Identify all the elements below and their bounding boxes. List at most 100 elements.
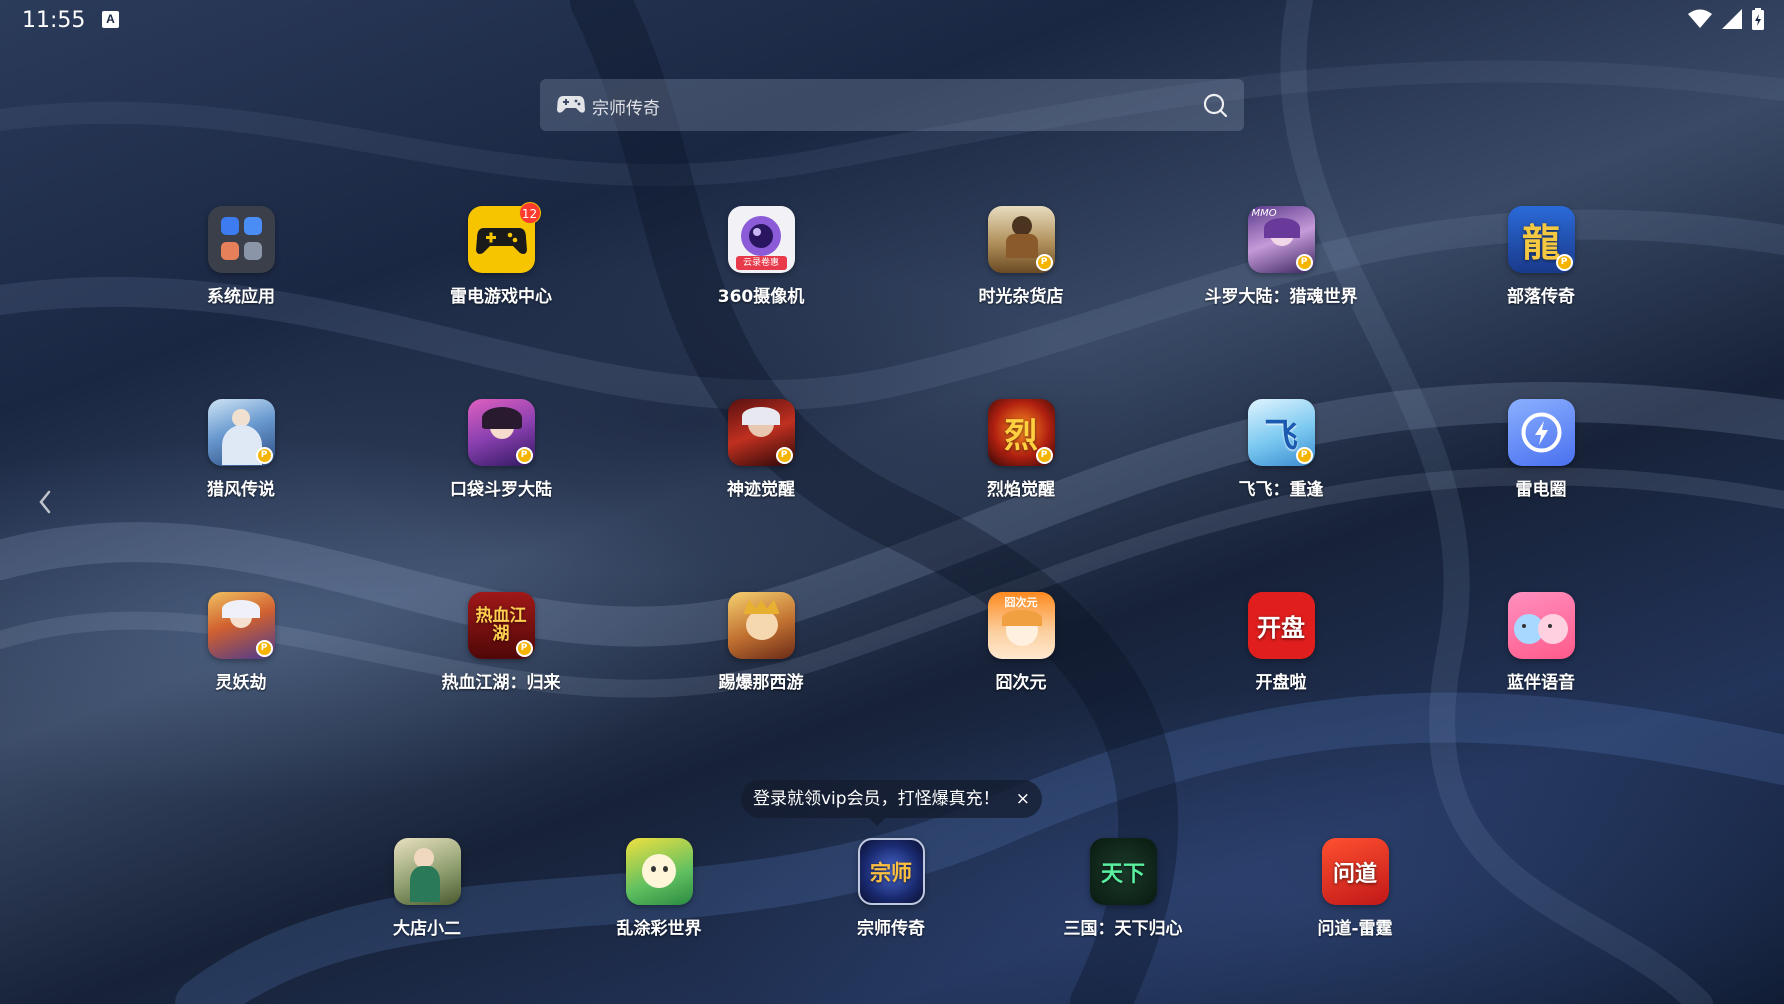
zongshi-icon: 宗师 (857, 838, 925, 905)
app-label: 雷电圈 (1515, 480, 1567, 500)
app-label: 蓝伴语音 (1507, 673, 1575, 693)
coin-icon: P (1035, 254, 1053, 271)
app-label: 问道-雷霆 (1317, 919, 1393, 939)
coin-icon: P (255, 640, 273, 657)
spirit-icon: P (207, 592, 275, 659)
app-label: 口袋斗罗大陆 (450, 480, 552, 500)
promo-tooltip-text: 登录就领vip会员，打怪爆真充！ (753, 789, 1000, 809)
notification-badge: 12 (518, 202, 541, 224)
app-label: 部落传奇 (1507, 287, 1575, 307)
chevron-left-icon[interactable] (38, 488, 52, 516)
camera-icon: 云录卷惠 (727, 206, 795, 273)
app-label: 乱涂彩世界 (616, 919, 702, 939)
clock: 11:55 (22, 8, 86, 33)
feifei-icon: 飞 P (1247, 399, 1315, 466)
app-label: 热血江湖：归来 (441, 673, 561, 693)
status-bar: 11:55 A (0, 0, 1784, 40)
app-label: 猎风传说 (207, 480, 275, 500)
search-bar[interactable]: 宗师传奇 (540, 79, 1244, 131)
search-text: 宗师传奇 (592, 99, 660, 119)
app-feifei-reunion[interactable]: 飞 P 飞飞：重逢 (1181, 399, 1381, 500)
xiyou-icon (727, 592, 795, 659)
jiong-icon: 囧次元 (987, 592, 1055, 659)
sanguo-glyph: 天下 (1100, 860, 1145, 887)
app-spirit-calamity[interactable]: P 灵妖劫 (141, 592, 341, 693)
app-kaipanla[interactable]: 开盘 开盘啦 (1181, 592, 1381, 693)
app-label: 三国：天下归心 (1063, 919, 1183, 939)
coin-icon: P (255, 447, 273, 464)
gamepad-icon (557, 96, 585, 113)
flame-icon: 烈 P (987, 399, 1055, 466)
wendao-icon: 问道 (1321, 838, 1389, 905)
app-label: 踢爆那西游 (718, 673, 804, 693)
coin-icon: P (1295, 447, 1313, 464)
app-shop-assistant[interactable]: 大店小二 (327, 838, 527, 939)
coin-icon: P (1295, 254, 1313, 271)
app-kick-xiyou[interactable]: 踢爆那西游 (661, 592, 861, 693)
app-flame-awakening[interactable]: 烈 P 烈焰觉醒 (921, 399, 1121, 500)
app-label: 360摄像机 (717, 287, 805, 307)
folder-icon (207, 206, 275, 273)
mmo-tag: MMO (1251, 208, 1277, 219)
shop-girl-icon (393, 838, 461, 905)
coin-icon: P (1035, 447, 1053, 464)
app-label: 神迹觉醒 (727, 480, 795, 500)
wendao-glyph: 问道 (1332, 860, 1377, 887)
sanguo-icon: 天下 (1089, 838, 1157, 905)
battery-icon (1752, 8, 1764, 30)
doodle-icon (625, 838, 693, 905)
zongshi-glyph: 宗师 (870, 859, 912, 885)
pocket-douluo-icon: P (467, 399, 535, 466)
douluo-icon: MMO P (1247, 206, 1315, 273)
app-time-grocery[interactable]: P 时光杂货店 (921, 206, 1121, 307)
app-label: 宗师传奇 (857, 919, 925, 939)
app-hot-blood-jianghu[interactable]: 热血江湖 P 热血江湖：归来 (401, 592, 601, 693)
kaipan-icon: 开盘 (1247, 592, 1315, 659)
app-tribal-legend[interactable]: 龍 P 部落传奇 (1441, 206, 1641, 307)
kaipan-glyph: 开盘 (1257, 614, 1305, 642)
app-label: 系统应用 (207, 287, 275, 307)
app-label: 大店小二 (393, 919, 461, 939)
app-label: 飞飞：重逢 (1238, 480, 1324, 500)
app-douluo-hunting-world[interactable]: MMO P 斗罗大陆：猎魂世界 (1181, 206, 1381, 307)
app-doodle-world[interactable]: 乱涂彩世界 (559, 838, 759, 939)
cellular-signal-icon (1722, 9, 1742, 29)
app-label: 时光杂货店 (978, 287, 1064, 307)
coin-icon: P (515, 447, 533, 464)
app-label: 烈焰觉醒 (987, 480, 1055, 500)
shop-game-icon: P (987, 206, 1055, 273)
notification-a-icon: A (102, 11, 119, 28)
lightning-circle-icon (1507, 399, 1575, 466)
app-360-camera[interactable]: 云录卷惠 360摄像机 (661, 206, 861, 307)
app-label: 雷电游戏中心 (450, 287, 552, 307)
jiong-tag: 囧次元 (1004, 596, 1038, 609)
app-zongshi-legend[interactable]: 宗师 宗师传奇 (791, 838, 991, 939)
app-label: 囧次元 (995, 673, 1047, 693)
app-label: 灵妖劫 (215, 673, 267, 693)
close-icon[interactable]: × (1016, 780, 1030, 818)
app-sanguo[interactable]: 天下 三国：天下归心 (1023, 838, 1223, 939)
app-label: 斗罗大陆：猎魂世界 (1204, 287, 1358, 307)
app-label: 开盘啦 (1255, 673, 1307, 693)
wifi-icon (1688, 9, 1712, 28)
search-icon[interactable] (1202, 92, 1228, 118)
app-wind-hunter-legend[interactable]: P 猎风传说 (141, 399, 341, 500)
dragon-icon: 龍 P (1507, 206, 1575, 273)
app-system-apps[interactable]: 系统应用 (141, 206, 341, 307)
app-jiong-dimension[interactable]: 囧次元 囧次元 (921, 592, 1121, 693)
coin-icon: P (515, 640, 533, 657)
jianghu-icon: 热血江湖 P (467, 592, 535, 659)
tooltip-tail (869, 818, 885, 826)
app-wendao-leiting[interactable]: 问道 问道-雷霆 (1255, 838, 1455, 939)
app-pocket-douluo[interactable]: P 口袋斗罗大陆 (401, 399, 601, 500)
app-ldplayer-game-center[interactable]: 12 雷电游戏中心 (401, 202, 601, 307)
app-lanban-voice[interactable]: 蓝伴语音 (1441, 592, 1641, 693)
app-miracle-awakening[interactable]: P 神迹觉醒 (661, 399, 861, 500)
coin-icon: P (775, 447, 793, 464)
promo-tooltip: 登录就领vip会员，打怪爆真充！ × (741, 780, 1042, 826)
app-leidian-circle[interactable]: 雷电圈 (1441, 399, 1641, 500)
camera-tag: 云录卷惠 (735, 256, 787, 270)
hunter-icon: P (207, 399, 275, 466)
coin-icon: P (1555, 254, 1573, 271)
miracle-icon: P (727, 399, 795, 466)
